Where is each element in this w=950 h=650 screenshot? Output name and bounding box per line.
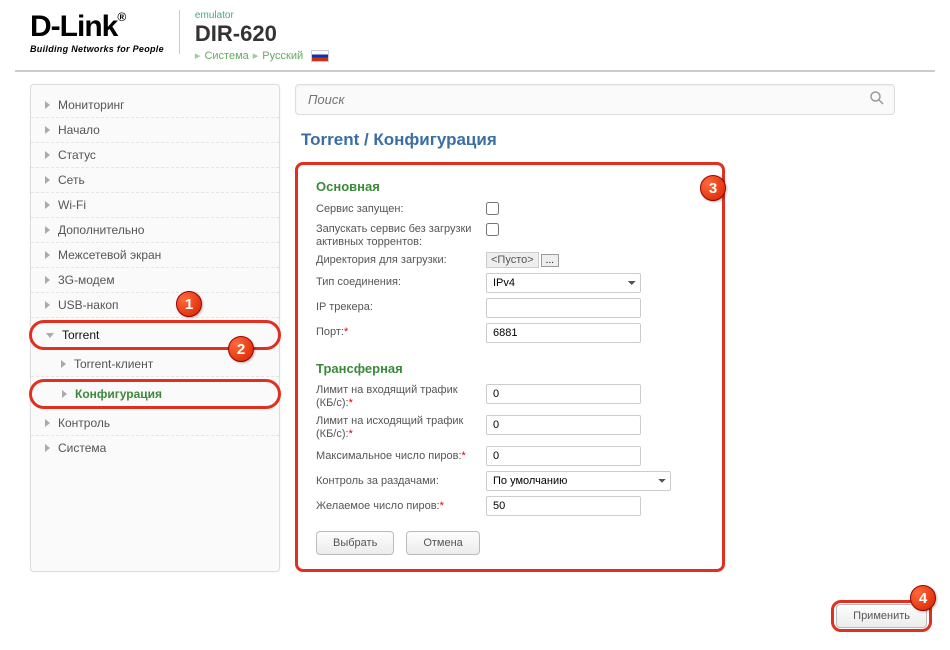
crumb-system[interactable]: Система	[204, 50, 248, 62]
sidebar-item-system[interactable]: Система	[31, 436, 279, 460]
input-max-peers[interactable]	[486, 446, 641, 466]
section-transfer-header: Трансферная	[316, 361, 704, 376]
label-port: Порт:*	[316, 326, 486, 339]
model-name: DIR-620	[195, 21, 329, 47]
chevron-right-icon: ▸	[195, 49, 201, 62]
section-main-header: Основная	[316, 179, 704, 194]
main-content: Torrent / Конфигурация Основная Сервис з…	[295, 84, 935, 572]
browse-dir-button[interactable]: ...	[541, 254, 559, 267]
chevron-right-icon	[45, 276, 50, 284]
brand-tagline: Building Networks for People	[30, 44, 164, 54]
input-tracker-ip[interactable]	[486, 298, 641, 318]
annotation-badge-2: 2	[228, 336, 254, 362]
label-start-noactive: Запускать сервис без загрузки активных т…	[316, 223, 486, 249]
sidebar-item-torrent-config[interactable]: Конфигурация	[32, 382, 278, 406]
label-conn-type: Тип соединения:	[316, 276, 486, 289]
search-input[interactable]	[295, 84, 895, 115]
input-limit-out[interactable]	[486, 415, 641, 435]
input-port[interactable]	[486, 323, 641, 343]
select-conn-type[interactable]: IPv4	[486, 273, 641, 293]
search-bar	[295, 84, 935, 115]
sidebar-item-control[interactable]: Контроль	[31, 411, 279, 436]
chevron-right-icon: ▸	[253, 49, 259, 62]
cancel-button[interactable]: Отмена	[406, 531, 479, 555]
label-max-peers: Максимальное число пиров:*	[316, 450, 486, 463]
download-dir-value: <Пусто>	[486, 252, 539, 268]
header-right: emulator DIR-620 ▸ Система ▸ Русский	[180, 10, 329, 62]
sidebar-item-wifi[interactable]: Wi-Fi	[31, 193, 279, 218]
select-seed-ctrl[interactable]: По умолчанию	[486, 471, 671, 491]
label-download-dir: Директория для загрузки:	[316, 254, 486, 267]
sidebar-item-status[interactable]: Статус	[31, 143, 279, 168]
chevron-right-icon	[45, 419, 50, 427]
chevron-right-icon	[45, 151, 50, 159]
crumb-language[interactable]: Русский	[262, 50, 303, 62]
annotation-badge-1: 1	[176, 291, 202, 317]
chevron-down-icon	[46, 333, 54, 338]
sidebar-item-firewall[interactable]: Межсетевой экран	[31, 243, 279, 268]
chevron-right-icon	[45, 301, 50, 309]
chevron-right-icon	[45, 251, 50, 259]
highlight-configuration: Конфигурация	[29, 379, 281, 409]
chevron-right-icon	[45, 444, 50, 452]
label-limit-out: Лимит на исходящий трафик (КБ/с):*	[316, 415, 486, 441]
header-breadcrumbs: ▸ Система ▸ Русский	[195, 49, 329, 62]
chevron-right-icon	[62, 390, 67, 398]
chevron-right-icon	[45, 226, 50, 234]
emulator-label: emulator	[195, 10, 329, 21]
select-button[interactable]: Выбрать	[316, 531, 394, 555]
sidebar-item-3gmodem[interactable]: 3G-модем	[31, 268, 279, 293]
sidebar: Мониторинг Начало Статус Сеть Wi-Fi Допо…	[30, 84, 280, 572]
sidebar-item-start[interactable]: Начало	[31, 118, 279, 143]
chevron-right-icon	[61, 360, 66, 368]
chevron-right-icon	[45, 126, 50, 134]
sidebar-item-network[interactable]: Сеть	[31, 168, 279, 193]
chevron-right-icon	[45, 176, 50, 184]
brand-logo: D-Link® Building Networks for People	[30, 10, 180, 54]
sidebar-item-monitoring[interactable]: Мониторинг	[31, 93, 279, 118]
flag-russia-icon	[311, 50, 329, 62]
input-desired-peers[interactable]	[486, 496, 641, 516]
annotation-badge-4: 4	[910, 585, 936, 611]
label-tracker-ip: IP трекера:	[316, 301, 486, 314]
input-limit-in[interactable]	[486, 384, 641, 404]
label-seed-ctrl: Контроль за раздачами:	[316, 475, 486, 488]
page-title: Torrent / Конфигурация	[301, 130, 935, 150]
label-desired-peers: Желаемое число пиров:*	[316, 500, 486, 513]
search-icon[interactable]	[869, 90, 885, 106]
label-service-running: Сервис запущен:	[316, 203, 486, 216]
brand-name: D-Link®	[30, 10, 164, 44]
config-panel: Основная Сервис запущен: Запускать серви…	[295, 162, 725, 572]
chevron-right-icon	[45, 101, 50, 109]
checkbox-service-running[interactable]	[486, 202, 499, 215]
header: D-Link® Building Networks for People emu…	[0, 0, 950, 70]
checkbox-start-noactive[interactable]	[486, 223, 499, 236]
sidebar-item-usb[interactable]: USB-накоп	[31, 293, 279, 318]
sidebar-item-advanced[interactable]: Дополнительно	[31, 218, 279, 243]
chevron-right-icon	[45, 201, 50, 209]
label-limit-in: Лимит на входящий трафик (КБ/с):*	[316, 384, 486, 410]
annotation-badge-3: 3	[700, 175, 726, 201]
